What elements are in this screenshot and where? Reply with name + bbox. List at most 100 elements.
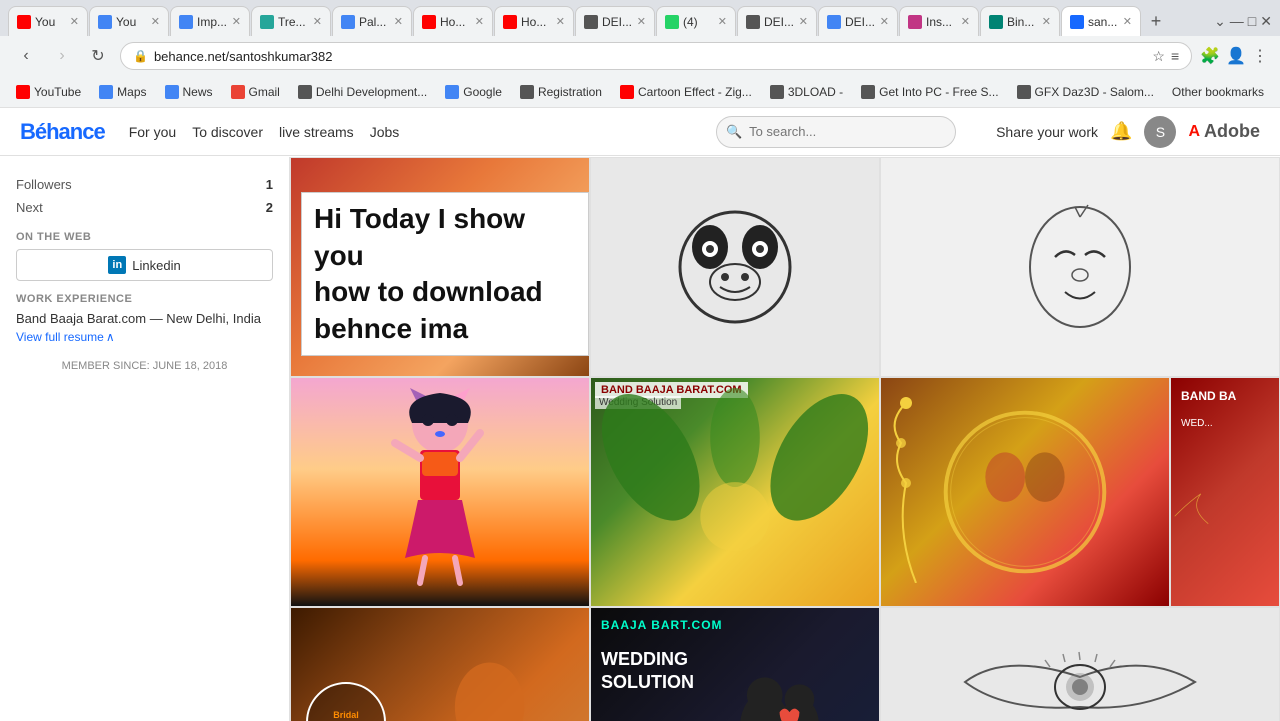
bookmark-star-icon[interactable]: ☆: [1152, 48, 1165, 65]
tab-8[interactable]: DEI... ✕: [575, 6, 655, 36]
grid-row-1: Hi Today I show you how to download behn…: [290, 157, 1280, 377]
tab-dropdown-icon[interactable]: ⌄: [1214, 13, 1226, 30]
tab-5[interactable]: Pal... ✕: [332, 6, 412, 36]
tab-close-6[interactable]: ✕: [475, 15, 484, 28]
tab-close-9[interactable]: ✕: [718, 15, 727, 28]
bookmark-google[interactable]: Google: [437, 80, 510, 104]
tab-2[interactable]: You ✕: [89, 6, 169, 36]
nav-live-streams[interactable]: live streams: [279, 124, 354, 140]
search-input[interactable]: [716, 116, 956, 148]
tab-close-13[interactable]: ✕: [1042, 15, 1051, 28]
tab-11[interactable]: DEI... ✕: [818, 6, 898, 36]
grid-cell-bridal[interactable]: BridalLehengas BOOKNOW! bandbaajabarat.c…: [290, 607, 590, 721]
tab-12[interactable]: Ins... ✕: [899, 6, 979, 36]
adobe-icon: A: [1188, 123, 1200, 141]
tab-favicon-6: [422, 15, 436, 29]
tab-favicon-13: [989, 15, 1003, 29]
search-icon: 🔍: [726, 124, 742, 140]
minimize-icon[interactable]: —: [1230, 13, 1244, 29]
grid-cell-couple[interactable]: [880, 377, 1170, 607]
reload-button[interactable]: ↻: [84, 42, 112, 70]
tab-14[interactable]: san... ✕: [1061, 6, 1141, 36]
url-bar[interactable]: 🔒 behance.net/santoshkumar382 ☆ ≡: [120, 42, 1192, 70]
tab-close-8[interactable]: ✕: [637, 15, 646, 28]
tab-7[interactable]: Ho... ✕: [494, 6, 574, 36]
bookmark-gmail[interactable]: Gmail: [223, 80, 288, 104]
notification-bell-icon[interactable]: 🔔: [1110, 121, 1132, 142]
tab-10[interactable]: DEI... ✕: [737, 6, 817, 36]
work-exp-title: WORK EXPERIENCE: [16, 293, 273, 305]
tab-close-4[interactable]: ✕: [313, 15, 322, 28]
grid-cell-warm[interactable]: Hi Today I show you how to download behn…: [290, 157, 590, 377]
tab-favicon-14: [1070, 15, 1084, 29]
tab-close-5[interactable]: ✕: [394, 15, 403, 28]
profile-icon[interactable]: 👤: [1226, 46, 1246, 66]
view-resume-text: View full resume: [16, 330, 104, 344]
tab-3[interactable]: Imp... ✕: [170, 6, 250, 36]
adobe-label: Adobe: [1204, 121, 1260, 142]
linkedin-button[interactable]: in Linkedin: [16, 249, 273, 281]
bookmark-news[interactable]: News: [157, 80, 221, 104]
bookmark-youtube[interactable]: YouTube: [8, 80, 89, 104]
grid-cell-sketch[interactable]: [880, 157, 1280, 377]
tab-close-10[interactable]: ✕: [799, 15, 808, 28]
behance-search-area: 🔍: [716, 116, 956, 148]
tab-title-13: Bin...: [1007, 15, 1038, 29]
tab-6[interactable]: Ho... ✕: [413, 6, 493, 36]
member-since: MEMBER SINCE: JUNE 18, 2018: [16, 360, 273, 372]
tab-close-14[interactable]: ✕: [1123, 15, 1132, 28]
linkedin-label: Linkedin: [132, 258, 180, 273]
content-area: Hi Today I show you how to download behn…: [290, 157, 1280, 721]
next-count: 2: [266, 200, 273, 215]
new-tab-button[interactable]: +: [1142, 7, 1170, 35]
maximize-icon[interactable]: □: [1248, 13, 1256, 29]
bookmark-getintopc-label: Get Into PC - Free S...: [879, 85, 998, 99]
tab-close-12[interactable]: ✕: [961, 15, 970, 28]
grid-cell-wedding-green[interactable]: BAND BAAJA BARAT.COM Wedding Solution: [590, 377, 880, 607]
extensions-icon[interactable]: 🧩: [1200, 46, 1220, 66]
tab-close-2[interactable]: ✕: [151, 15, 160, 28]
tab-13[interactable]: Bin... ✕: [980, 6, 1060, 36]
tab-title-4: Tre...: [278, 15, 309, 29]
behance-logo[interactable]: Béhance: [20, 119, 105, 145]
tab-9[interactable]: (4) ✕: [656, 6, 736, 36]
bookmark-other[interactable]: Other bookmarks: [1164, 80, 1272, 104]
grid-cell-eyes[interactable]: [880, 607, 1280, 721]
behance-nav: For you To discover live streams Jobs: [129, 124, 400, 140]
grid-cell-dance[interactable]: [290, 377, 590, 607]
close-window-icon[interactable]: ✕: [1260, 13, 1272, 30]
settings-icon[interactable]: ⋮: [1252, 46, 1268, 66]
tab-close-1[interactable]: ✕: [70, 15, 79, 28]
tab-favicon-11: [827, 15, 841, 29]
back-button[interactable]: ‹: [12, 42, 40, 70]
tab-title-3: Imp...: [197, 15, 228, 29]
nav-jobs[interactable]: Jobs: [370, 124, 400, 140]
grid-cell-wedding-dark[interactable]: BAAJA BART.COM WEDDINGSOLUTION: [590, 607, 880, 721]
tab-1[interactable]: You ✕: [8, 6, 88, 36]
tab-close-3[interactable]: ✕: [232, 15, 241, 28]
nav-to-discover[interactable]: To discover: [192, 124, 263, 140]
forward-button[interactable]: ›: [48, 42, 76, 70]
tab-close-7[interactable]: ✕: [556, 15, 565, 28]
grid-cell-panda[interactable]: [590, 157, 880, 377]
bookmark-getintopc[interactable]: Get Into PC - Free S...: [853, 80, 1006, 104]
tab-title-11: DEI...: [845, 15, 876, 29]
bookmark-3dload[interactable]: 3DLOAD -: [762, 80, 851, 104]
tab-close-11[interactable]: ✕: [880, 15, 889, 28]
bridal-text: BridalLehengas: [325, 710, 367, 721]
user-avatar[interactable]: S: [1144, 116, 1176, 148]
bookmark-gfx[interactable]: GFX Daz3D - Salom...: [1009, 80, 1162, 104]
reading-mode-icon[interactable]: ≡: [1171, 48, 1179, 65]
linkedin-icon: in: [108, 256, 126, 274]
bookmark-google-icon: [445, 85, 459, 99]
bookmark-registration[interactable]: Registration: [512, 80, 610, 104]
view-resume-link[interactable]: View full resume ∧: [16, 330, 273, 344]
share-work-button[interactable]: Share your work: [996, 124, 1098, 140]
bookmark-getinto-icon: [861, 85, 875, 99]
grid-cell-band-partial[interactable]: BAND BA WED...: [1170, 377, 1280, 607]
bookmark-cartoon[interactable]: Cartoon Effect - Zig...: [612, 80, 760, 104]
bookmark-delhi[interactable]: Delhi Development...: [290, 80, 435, 104]
nav-for-you[interactable]: For you: [129, 124, 176, 140]
bookmark-maps[interactable]: Maps: [91, 80, 154, 104]
tab-4[interactable]: Tre... ✕: [251, 6, 331, 36]
